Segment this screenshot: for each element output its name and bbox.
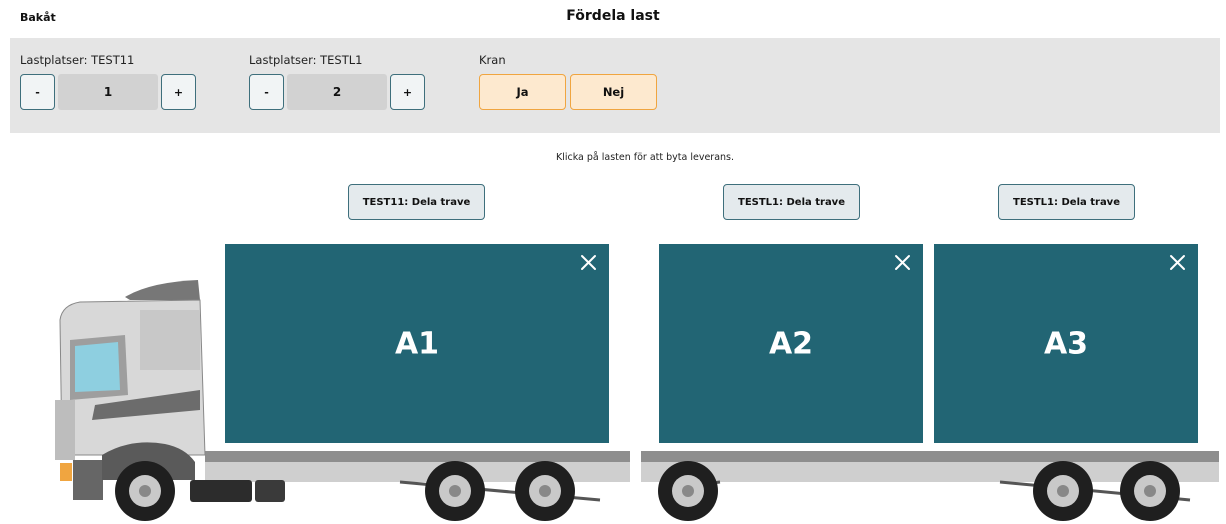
truck-bed-top xyxy=(205,451,630,462)
stepper-value: 1 xyxy=(58,74,158,110)
split-stack-button-testl1[interactable]: TESTL1: Dela trave xyxy=(723,184,860,220)
split-stack-button-testl1[interactable]: TESTL1: Dela trave xyxy=(998,184,1135,220)
increment-button[interactable]: + xyxy=(390,74,425,110)
quantity-stepper: - 2 + xyxy=(249,74,425,110)
kran-toggle: Ja Nej xyxy=(479,74,661,110)
page-title: Fördela last xyxy=(566,8,660,24)
close-icon[interactable] xyxy=(1169,254,1186,271)
close-icon[interactable] xyxy=(894,254,911,271)
instruction-text: Klicka på lasten för att byta leverans. xyxy=(555,152,735,163)
wheel-icon xyxy=(425,461,485,521)
stepper-group-testl1: Lastplatser: TESTL1 - 2 + xyxy=(249,53,425,110)
wheel-icon xyxy=(1033,461,1093,521)
kran-label: Kran xyxy=(479,53,506,67)
decrement-button[interactable]: - xyxy=(20,74,55,110)
split-stack-button-test11[interactable]: TEST11: Dela trave xyxy=(348,184,485,220)
increment-button[interactable]: + xyxy=(161,74,196,110)
stepper-group-test11: Lastplatser: TEST11 - 1 + xyxy=(20,53,196,110)
load-label: A2 xyxy=(768,326,814,361)
stepper-value: 2 xyxy=(287,74,387,110)
trailer-bed-top xyxy=(641,451,1219,462)
load-slot-a1[interactable]: A1 xyxy=(225,244,609,443)
load-slot-a2[interactable]: A2 xyxy=(659,244,923,443)
stepper-label: Lastplatser: TEST11 xyxy=(20,53,135,67)
quantity-stepper: - 1 + xyxy=(20,74,196,110)
load-label: A1 xyxy=(394,326,440,361)
controls-panel: Lastplatser: TEST11 - 1 + Lastplatser: T… xyxy=(10,38,1220,133)
wheel-icon xyxy=(515,461,575,521)
wheel-icon xyxy=(658,461,718,521)
load-label: A3 xyxy=(1043,326,1089,361)
wheel-icon xyxy=(1120,461,1180,521)
load-slot-a3[interactable]: A3 xyxy=(934,244,1198,443)
kran-group: Kran Ja Nej xyxy=(479,53,661,110)
stepper-label: Lastplatser: TESTL1 xyxy=(249,53,363,67)
kran-no-button[interactable]: Nej xyxy=(570,74,657,110)
wheel-icon xyxy=(115,461,175,521)
kran-yes-button[interactable]: Ja xyxy=(479,74,566,110)
decrement-button[interactable]: - xyxy=(249,74,284,110)
close-icon[interactable] xyxy=(580,254,597,271)
